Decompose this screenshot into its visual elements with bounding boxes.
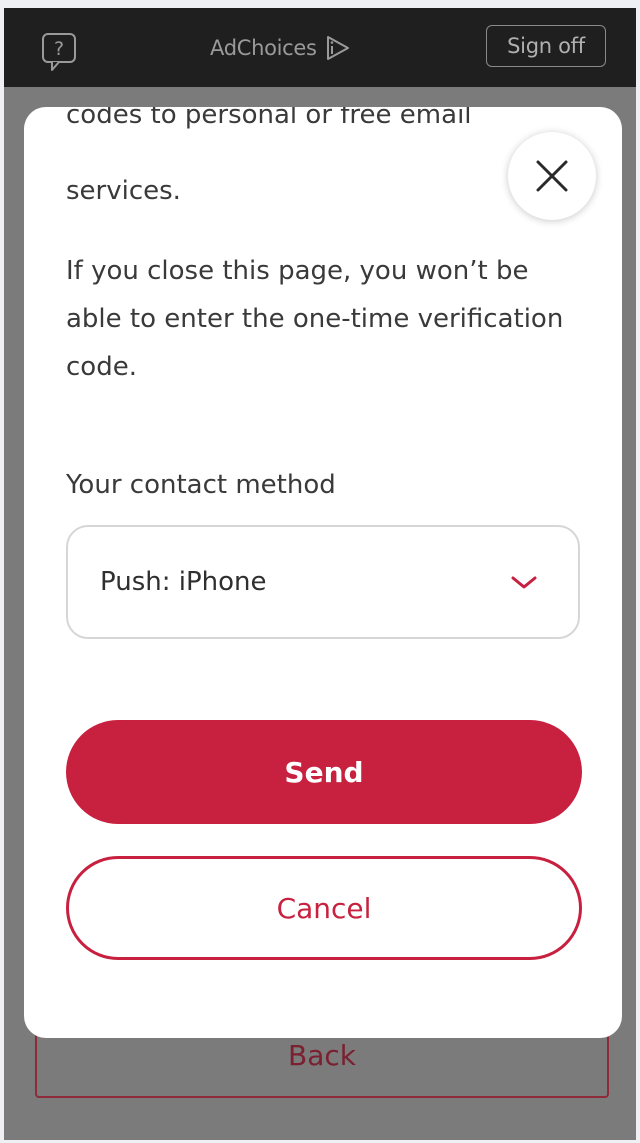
- verification-modal: codes to personal or free email services…: [24, 107, 622, 1038]
- sign-off-button[interactable]: Sign off: [486, 25, 606, 67]
- close-warning-text: If you close this page, you won’t be abl…: [66, 256, 564, 382]
- app-frame: ? AdChoices Sign off Back codes to perso…: [4, 8, 636, 1140]
- adchoices-link[interactable]: AdChoices: [210, 32, 351, 64]
- close-button[interactable]: [508, 132, 596, 220]
- modal-partial-line: codes to personal or free email: [66, 107, 472, 130]
- contact-method-select[interactable]: Push: iPhone: [66, 525, 580, 639]
- top-bar: ? AdChoices Sign off: [4, 8, 636, 87]
- svg-text:?: ?: [54, 38, 64, 60]
- modal-services-line: services.: [66, 176, 181, 206]
- help-icon[interactable]: ?: [41, 32, 77, 72]
- close-icon: [536, 160, 568, 192]
- chevron-down-icon: [511, 576, 537, 589]
- cancel-button[interactable]: Cancel: [66, 856, 582, 960]
- contact-method-label: Your contact method: [66, 470, 336, 500]
- contact-method-value: Push: iPhone: [100, 567, 267, 597]
- send-button[interactable]: Send: [66, 720, 582, 824]
- adchoices-label: AdChoices: [210, 36, 317, 60]
- adchoices-icon: [326, 36, 349, 60]
